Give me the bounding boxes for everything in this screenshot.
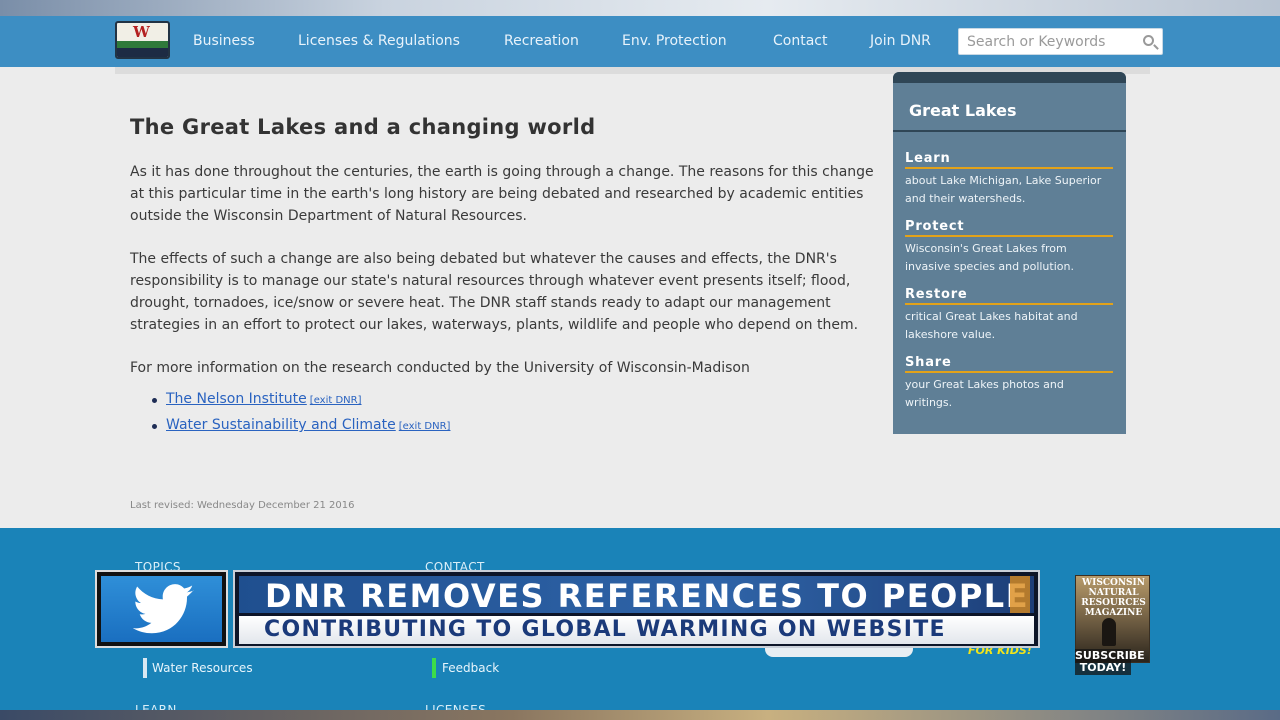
search-icon[interactable]	[1143, 35, 1154, 46]
footer-bullet-bar	[432, 658, 436, 678]
headline-accent	[1010, 576, 1030, 613]
sidebar-heading[interactable]: Restore	[905, 287, 1113, 305]
sidebar-cap	[893, 72, 1126, 83]
dnr-logo[interactable]: W	[115, 21, 170, 59]
nav-licenses-regulations[interactable]: Licenses & Regulations	[298, 33, 460, 49]
logo-green-band	[117, 41, 168, 48]
sidebar-text: about Lake Michigan, Lake Superior and t…	[905, 174, 1102, 205]
sidebar-heading[interactable]: Share	[905, 355, 1113, 373]
headline-top-bar: DNR REMOVES REFERENCES TO PEOPLE	[239, 576, 1034, 615]
sidebar-heading[interactable]: Protect	[905, 219, 1113, 237]
paragraph-2: The effects of such a change are also be…	[130, 251, 859, 333]
nav-contact[interactable]: Contact	[773, 33, 827, 49]
sidebar-divider	[893, 130, 1126, 132]
footer-link-water-resources[interactable]: Water Resources	[152, 661, 253, 675]
logo-navy-band	[117, 48, 168, 57]
sidebar-text: your Great Lakes photos and writings.	[905, 378, 1064, 409]
nav-business[interactable]: Business	[193, 33, 255, 49]
site-header: W Business Licenses & Regulations Recrea…	[0, 16, 1280, 67]
last-revised: Last revised: Wednesday December 21 2016	[130, 500, 355, 511]
top-strip	[0, 0, 1280, 16]
bottom-strip	[0, 710, 1280, 720]
sidebar-section-protect[interactable]: Protect Wisconsin's Great Lakes from inv…	[905, 219, 1113, 275]
footer-link-feedback[interactable]: Feedback	[442, 661, 499, 675]
twitter-bird-icon	[133, 584, 194, 634]
exit-dnr-link[interactable]: [exit DNR]	[399, 421, 451, 432]
sidebar-text: Wisconsin's Great Lakes from invasive sp…	[905, 242, 1074, 273]
nav-env-protection[interactable]: Env. Protection	[622, 33, 727, 49]
search-input[interactable]	[967, 33, 1137, 51]
sidebar-heading[interactable]: Learn	[905, 151, 1113, 169]
magazine-title: WISCONSIN NATURAL RESOURCES MAGAZINE	[1081, 578, 1146, 618]
nav-recreation[interactable]: Recreation	[504, 33, 579, 49]
sidebar-title: Great Lakes	[909, 101, 1017, 120]
sidebar-section-share[interactable]: Share your Great Lakes photos and writin…	[905, 355, 1113, 411]
exit-dnr-link[interactable]: [exit DNR]	[310, 395, 362, 406]
sidebar-section-learn[interactable]: Learn about Lake Michigan, Lake Superior…	[905, 151, 1113, 207]
list-item: Water Sustainability and Climate [exit DN…	[130, 413, 875, 439]
main-content: The Great Lakes and a changing world As …	[130, 115, 875, 439]
sidebar-section-restore[interactable]: Restore critical Great Lakes habitat and…	[905, 287, 1113, 343]
page-title: The Great Lakes and a changing world	[130, 115, 596, 139]
news-lower-third: DNR REMOVES REFERENCES TO PEOPLE CONTRIB…	[95, 570, 1040, 648]
footer-bullet-bar	[143, 658, 147, 678]
great-lakes-sidebar: Great Lakes Learn about Lake Michigan, L…	[893, 72, 1126, 434]
sidebar-text: critical Great Lakes habitat and lakesho…	[905, 310, 1078, 341]
headline-bottom-bar: CONTRIBUTING TO GLOBAL WARMING ON WEBSIT…	[239, 616, 1034, 644]
logo-w-mark: W	[133, 23, 150, 41]
headline-box: DNR REMOVES REFERENCES TO PEOPLE CONTRIB…	[233, 570, 1040, 648]
twitter-box	[95, 570, 228, 648]
magazine-cover-figure	[1102, 618, 1116, 646]
nav-join-dnr[interactable]: Join DNR	[870, 33, 931, 49]
research-links: The Nelson Institute [exit DNR] Water Sus…	[130, 387, 875, 439]
twitter-panel	[101, 576, 222, 642]
paragraph-3: For more information on the research con…	[130, 360, 750, 376]
search-box	[958, 28, 1163, 55]
link-water-sustainability[interactable]: Water Sustainability and Climate	[166, 417, 396, 433]
link-nelson-institute[interactable]: The Nelson Institute	[166, 391, 307, 407]
headline-top: DNR REMOVES REFERENCES TO PEOPLE	[265, 577, 1030, 615]
paragraph-1: As it has done throughout the centuries,…	[130, 164, 874, 224]
magazine-promo: WISCONSIN NATURAL RESOURCES MAGAZINE SUB…	[1075, 575, 1152, 675]
subscribe-label: SUBSCRIBE TODAY!	[1075, 649, 1145, 675]
list-item: The Nelson Institute [exit DNR]	[130, 387, 875, 413]
headline-bottom: CONTRIBUTING TO GLOBAL WARMING ON WEBSIT…	[264, 617, 946, 642]
